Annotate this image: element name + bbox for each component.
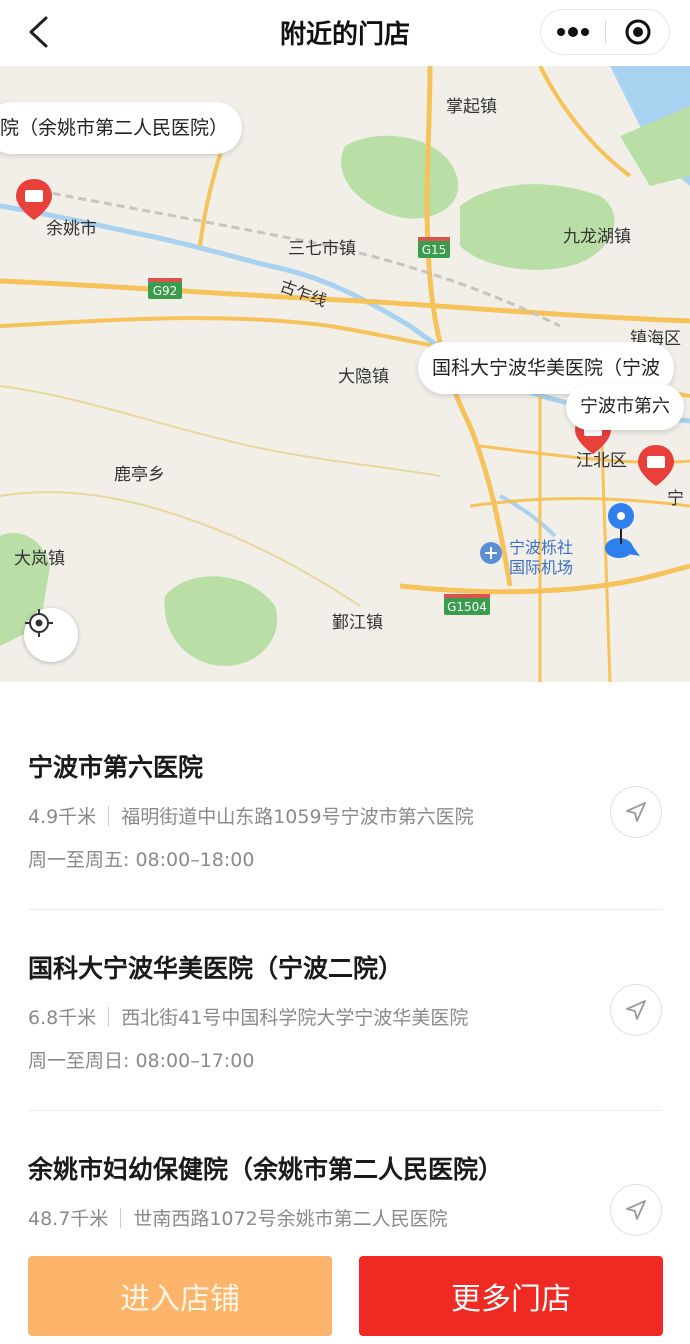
place-sanqi: 三七市镇 (288, 239, 356, 259)
place-ning: 宁 (667, 489, 684, 509)
navigate-button[interactable] (610, 786, 662, 838)
store-hours: 周一至周五: 08:00–18:00 (28, 849, 255, 871)
target-circle-icon (625, 19, 650, 45)
mini-program-capsule (540, 9, 670, 55)
more-dots-icon (557, 27, 589, 37)
enter-store-button[interactable]: 进入店铺 (28, 1256, 332, 1336)
meta-separator (108, 1006, 110, 1027)
navigation-arrow-icon (626, 1000, 646, 1020)
callout-yuyao-hospital[interactable]: 院（余姚市第二人民医院） (0, 102, 243, 154)
store-distance: 4.9千米 (28, 806, 97, 828)
close-mini-program-button[interactable] (606, 10, 669, 54)
bottom-action-bar: 进入店铺 更多门店 (0, 1244, 690, 1344)
store-name: 余姚市妇幼保健院（余姚市第二人民医院） (28, 1155, 504, 1184)
store-name: 国科大宁波华美医院（宁波二院） (28, 954, 404, 983)
store-hours: 周一至周日: 08:00–17:00 (28, 1050, 255, 1072)
more-stores-button[interactable]: 更多门店 (359, 1256, 663, 1336)
place-jiulonghu: 九龙湖镇 (563, 227, 631, 247)
store-distance: 6.8千米 (28, 1007, 97, 1029)
meta-separator (120, 1207, 122, 1228)
store-address: 世南西路1072号余姚市第二人民医院 (133, 1208, 448, 1230)
store-distance: 48.7千米 (28, 1208, 109, 1230)
place-zhangqi: 掌起镇 (446, 97, 497, 117)
place-airport-line2: 国际机场 (509, 558, 574, 577)
title-bar: 附近的门店 (0, 0, 690, 66)
store-address: 福明街道中山东路1059号宁波市第六医院 (121, 806, 474, 828)
store-item[interactable]: 宁波市第六医院 4.9千米 福明街道中山东路1059号宁波市第六医院 周一至周五… (28, 748, 662, 872)
store-map[interactable]: G92 G15 G1504 余姚市 三七市镇 掌起镇 九龙湖镇 镇海区 大隐镇 … (0, 66, 690, 682)
place-luting: 鹿亭乡 (114, 465, 165, 485)
marker-sixth[interactable] (638, 445, 674, 486)
store-name: 宁波市第六医院 (28, 753, 204, 782)
list-divider (28, 1110, 662, 1111)
place-yuyao: 余姚市 (46, 219, 97, 239)
svg-text:G15: G15 (422, 243, 447, 257)
store-meta: 6.8千米 西北街41号中国科学院大学宁波华美医院 (28, 1003, 662, 1030)
navigation-arrow-icon (626, 802, 646, 822)
store-address: 西北街41号中国科学院大学宁波华美医院 (121, 1007, 469, 1029)
place-dayin: 大隐镇 (338, 367, 389, 387)
store-meta: 48.7千米 世南西路1072号余姚市第二人民医院 (28, 1204, 662, 1231)
store-list: 宁波市第六医院 4.9千米 福明街道中山东路1059号宁波市第六医院 周一至周五… (0, 682, 690, 1244)
svg-text:G92: G92 (153, 284, 178, 298)
navigation-arrow-icon (626, 1200, 646, 1220)
store-item[interactable]: 余姚市妇幼保健院（余姚市第二人民医院） 48.7千米 世南西路1072号余姚市第… (28, 1150, 662, 1236)
callout-sixth[interactable]: 宁波市第六 (566, 384, 684, 430)
crosshair-icon (25, 609, 53, 637)
more-menu-button[interactable] (541, 10, 605, 54)
meta-separator (108, 805, 110, 826)
store-item[interactable]: 国科大宁波华美医院（宁波二院） 6.8千米 西北街41号中国科学院大学宁波华美医… (28, 949, 662, 1073)
locate-me-button[interactable] (24, 608, 78, 662)
current-location-pin (605, 503, 640, 558)
svg-text:G1504: G1504 (447, 600, 487, 614)
navigate-button[interactable] (610, 984, 662, 1036)
place-jiangbei: 江北区 (576, 451, 627, 471)
place-yinjiang: 鄞江镇 (332, 613, 383, 633)
store-meta: 4.9千米 福明街道中山东路1059号宁波市第六医院 (28, 802, 662, 829)
place-dalan: 大岚镇 (14, 549, 65, 569)
list-divider (28, 909, 662, 910)
navigate-button[interactable] (610, 1184, 662, 1236)
